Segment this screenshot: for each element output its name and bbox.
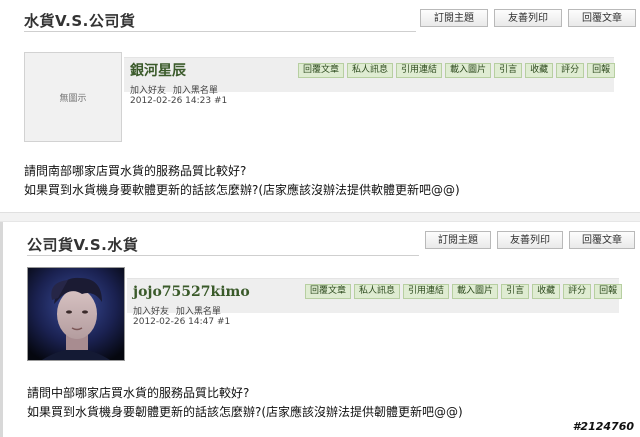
- action-quote-button[interactable]: 引言: [494, 63, 523, 78]
- post-body: 請問中部哪家店買水貨的服務品質比較好? 如果買到水貨機身要韌體更新的話該怎麼辦?…: [27, 384, 463, 422]
- body-line: 請問南部哪家店買水貨的服務品質比較好?: [24, 164, 247, 178]
- post-actions: 回覆文章 私人訊息 引用連結 載入圖片 引言 收藏 評分 回報: [305, 284, 623, 299]
- action-favorite-button[interactable]: 收藏: [525, 63, 554, 78]
- post-title: 水貨V.S.公司貨: [24, 12, 136, 30]
- post-date: 2012-02-26 14:47 #1: [133, 317, 231, 327]
- post-date: 2012-02-26 14:23 #1: [130, 96, 228, 106]
- title-underline: [27, 255, 419, 256]
- post-2: 公司貨V.S.水貨 訂閱主題 友善列印 回覆文章 jojo75527kimo 回…: [0, 222, 640, 437]
- action-message-button[interactable]: 私人訊息: [354, 284, 401, 299]
- body-line: 請問中部哪家店買水貨的服務品質比較好?: [27, 386, 250, 400]
- action-rate-button[interactable]: 評分: [556, 63, 585, 78]
- action-reply-button[interactable]: 回覆文章: [298, 63, 345, 78]
- add-blacklist-link[interactable]: 加入黑名單: [176, 307, 221, 317]
- add-blacklist-link[interactable]: 加入黑名單: [173, 86, 218, 96]
- user-links: 加入好友 加入黑名單: [130, 83, 222, 96]
- action-link-button[interactable]: 引用連結: [396, 63, 443, 78]
- action-quote-button[interactable]: 引言: [501, 284, 530, 299]
- username-link[interactable]: 銀河星辰: [130, 60, 186, 80]
- action-load-images-button[interactable]: 載入圖片: [445, 63, 492, 78]
- reply-button[interactable]: 回覆文章: [569, 231, 635, 249]
- subscribe-button[interactable]: 訂閱主題: [425, 231, 491, 249]
- post-body: 請問南部哪家店買水貨的服務品質比較好? 如果買到水貨機身要軟體更新的話該怎麼辦?…: [24, 162, 460, 200]
- action-link-button[interactable]: 引用連結: [403, 284, 450, 299]
- body-line: 如果買到水貨機身要韌體更新的話該怎麼辦?(店家應該沒辦法提供韌體更新吧@@): [27, 405, 463, 419]
- print-button[interactable]: 友善列印: [494, 9, 562, 27]
- username-link[interactable]: jojo75527kimo: [133, 284, 250, 300]
- top-toolbar: 訂閱主題 友善列印 回覆文章: [425, 231, 635, 249]
- avatar-placeholder-text: 無圖示: [59, 93, 87, 104]
- top-toolbar: 訂閱主題 友善列印 回覆文章: [420, 9, 636, 27]
- print-button[interactable]: 友善列印: [497, 231, 563, 249]
- add-friend-link[interactable]: 加入好友: [133, 307, 169, 317]
- action-report-button[interactable]: 回報: [594, 284, 623, 299]
- post-1: 水貨V.S.公司貨 訂閱主題 友善列印 回覆文章 無圖示 銀河星辰 回覆文章 私…: [0, 0, 640, 212]
- reply-button[interactable]: 回覆文章: [568, 9, 636, 27]
- watermark-text: #2124760: [572, 420, 634, 433]
- post-actions: 回覆文章 私人訊息 引用連結 載入圖片 引言 收藏 評分 回報: [298, 63, 616, 78]
- action-report-button[interactable]: 回報: [587, 63, 616, 78]
- action-rate-button[interactable]: 評分: [563, 284, 592, 299]
- user-links: 加入好友 加入黑名單: [133, 304, 225, 317]
- action-message-button[interactable]: 私人訊息: [347, 63, 394, 78]
- avatar: 無圖示: [24, 52, 122, 142]
- subscribe-button[interactable]: 訂閱主題: [420, 9, 488, 27]
- action-load-images-button[interactable]: 載入圖片: [452, 284, 499, 299]
- avatar-photo-image: [28, 268, 124, 360]
- add-friend-link[interactable]: 加入好友: [130, 86, 166, 96]
- action-favorite-button[interactable]: 收藏: [532, 284, 561, 299]
- title-underline: [24, 31, 416, 32]
- post-divider: [0, 212, 640, 222]
- avatar: [27, 267, 125, 361]
- post-title: 公司貨V.S.水貨: [27, 236, 139, 254]
- body-line: 如果買到水貨機身要軟體更新的話該怎麼辦?(店家應該沒辦法提供軟體更新吧@@): [24, 183, 460, 197]
- action-reply-button[interactable]: 回覆文章: [305, 284, 352, 299]
